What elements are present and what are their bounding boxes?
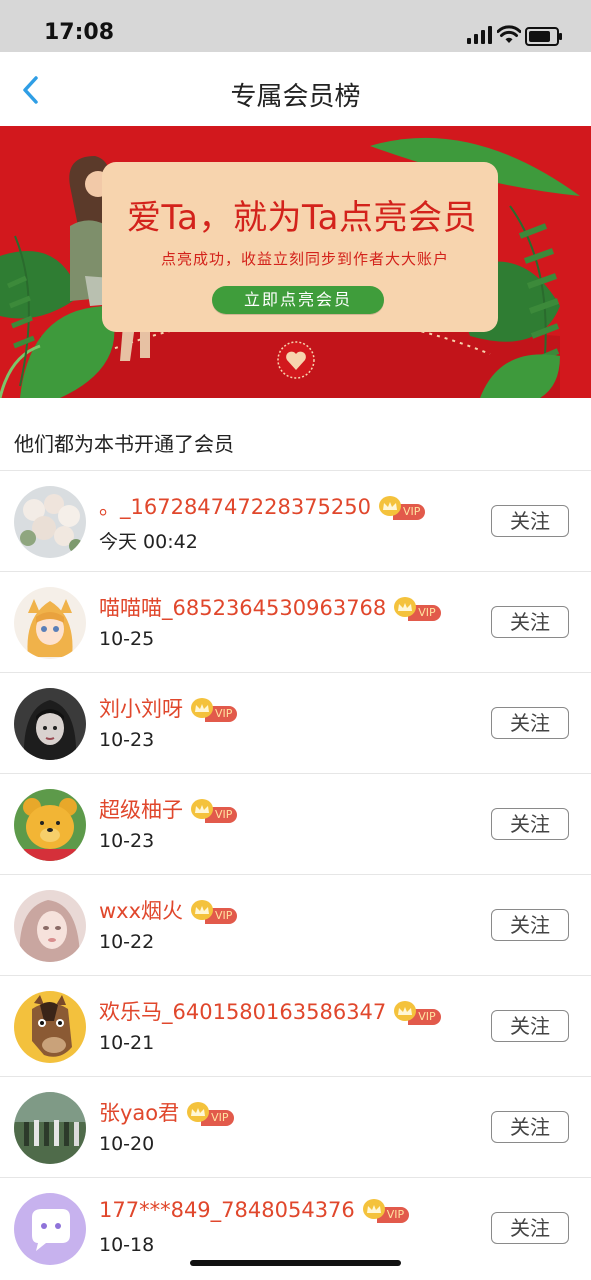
member-name[interactable]: 177***849_7848054376 VIP: [99, 1198, 410, 1223]
member-date: 10-21: [99, 1032, 155, 1054]
member-row[interactable]: wxx烟火 VIP 10-22 关注: [0, 875, 591, 976]
horse-avatar[interactable]: [14, 991, 86, 1063]
member-date: 10-23: [99, 830, 155, 852]
member-list: 。_167284747228375250 VIP 今天 00:42 关注 喵喵喵_…: [0, 471, 591, 1279]
member-name-text: 喵喵喵_6852364530963768: [99, 596, 387, 620]
member-date: 今天 00:42: [99, 531, 198, 553]
member-name[interactable]: 喵喵喵_6852364530963768 VIP: [99, 592, 441, 622]
follow-button[interactable]: 关注: [491, 1111, 569, 1143]
member-name[interactable]: 超级柚子 VIP: [99, 794, 238, 824]
member-name-text: 。_167284747228375250: [99, 495, 371, 519]
crown-icon: [195, 906, 210, 914]
member-row[interactable]: 欢乐马_6401580163586347 VIP 10-21 关注: [0, 976, 591, 1077]
crown-icon: [398, 603, 413, 611]
follow-button[interactable]: 关注: [491, 707, 569, 739]
signal-icon: [467, 26, 493, 44]
member-row[interactable]: 超级柚子 VIP 10-23 关注: [0, 774, 591, 875]
member-row[interactable]: 刘小刘呀 VIP 10-23 关注: [0, 673, 591, 774]
member-name[interactable]: wxx烟火 VIP: [99, 895, 238, 925]
section-title: 他们都为本书开通了会员: [14, 432, 234, 456]
vip-badge: VIP: [191, 698, 238, 722]
follow-button[interactable]: 关注: [491, 1212, 569, 1244]
crown-icon: [366, 1205, 381, 1213]
member-name[interactable]: 张yao君 VIP: [99, 1097, 234, 1127]
wifi-icon: [497, 25, 521, 43]
crown-icon: [398, 1007, 413, 1015]
member-name-text: wxx烟火: [99, 899, 184, 923]
nav-bar: 专属会员榜: [0, 52, 591, 126]
chat-bubble-avatar[interactable]: [14, 1193, 86, 1265]
vip-badge: VIP: [191, 799, 238, 823]
promo-banner[interactable]: 爱Ta，就为Ta点亮会员 点亮成功，收益立刻同步到作者大大账户 立即点亮会员: [0, 126, 591, 398]
follow-button[interactable]: 关注: [491, 606, 569, 638]
vip-badge: VIP: [394, 597, 441, 621]
battery-icon: [525, 27, 562, 46]
member-date: 10-23: [99, 729, 155, 751]
vip-badge: VIP: [379, 496, 426, 520]
crown-icon: [191, 1108, 206, 1116]
member-row[interactable]: 张yao君 VIP 10-20 关注: [0, 1077, 591, 1178]
group-photo-avatar[interactable]: [14, 1092, 86, 1164]
crown-icon: [383, 502, 397, 510]
crown-icon: [195, 704, 209, 712]
anime-girl-avatar[interactable]: [14, 587, 86, 659]
member-date: 10-22: [99, 931, 155, 953]
crown-icon: [195, 805, 209, 813]
follow-button[interactable]: 关注: [491, 909, 569, 941]
banner-subtitle: 点亮成功，收益立刻同步到作者大大账户: [160, 250, 449, 268]
dark-hair-girl-avatar[interactable]: [14, 688, 86, 760]
bear-avatar[interactable]: [14, 789, 86, 861]
follow-button[interactable]: 关注: [491, 1010, 569, 1042]
vip-badge: VIP: [191, 900, 238, 924]
member-name[interactable]: 刘小刘呀 VIP: [99, 693, 238, 723]
member-name[interactable]: 欢乐马_6401580163586347 VIP: [99, 996, 441, 1026]
member-row[interactable]: 喵喵喵_6852364530963768 VIP 10-25 关注: [0, 572, 591, 673]
flowers-avatar[interactable]: [14, 486, 86, 558]
home-indicator[interactable]: [190, 1260, 401, 1266]
follow-button[interactable]: 关注: [491, 808, 569, 840]
member-name-text: 超级柚子: [99, 798, 183, 822]
banner-headline: 爱Ta，就为Ta点亮会员: [127, 198, 477, 238]
status-bar: 17:08: [0, 0, 591, 52]
page-title: 专属会员榜: [230, 82, 361, 112]
member-name-text: 欢乐马_6401580163586347: [99, 1000, 387, 1024]
light-up-membership-button[interactable]: 立即点亮会员: [212, 286, 384, 314]
status-time: 17:08: [44, 20, 115, 45]
vip-badge: VIP: [362, 1199, 410, 1223]
member-date: 10-18: [99, 1234, 155, 1256]
member-date: 10-25: [99, 628, 155, 650]
member-name-text: 刘小刘呀: [99, 697, 183, 721]
member-name-text: 177***849_7848054376: [99, 1198, 355, 1222]
blurred-face-avatar[interactable]: [14, 890, 86, 962]
vip-badge: VIP: [394, 1001, 441, 1025]
member-name-text: 张yao君: [99, 1101, 180, 1125]
member-row[interactable]: 。_167284747228375250 VIP 今天 00:42 关注: [0, 471, 591, 572]
follow-button[interactable]: 关注: [491, 505, 569, 537]
member-name[interactable]: 。_167284747228375250 VIP: [99, 491, 426, 521]
member-date: 10-20: [99, 1133, 155, 1155]
vip-badge: VIP: [187, 1102, 234, 1126]
